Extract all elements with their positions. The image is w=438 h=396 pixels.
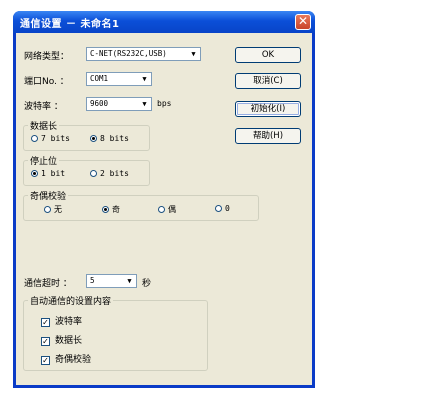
network-type-value: C-NET(RS232C,USB): [90, 49, 167, 58]
auto-parity-checkbox[interactable]: ✓ 奇偶校验: [41, 352, 91, 365]
timeout-unit: 秒: [142, 279, 152, 289]
checkmark-icon: ✓: [41, 318, 50, 327]
radio-icon: [158, 206, 165, 213]
checkbox-label: 数据长: [55, 336, 83, 346]
radio-icon: [44, 206, 51, 213]
radio-label: 8 bits: [100, 134, 129, 143]
stop-bit-legend: 停止位: [30, 157, 58, 167]
network-type-select[interactable]: C-NET(RS232C,USB) ▼: [86, 47, 201, 61]
title-bar[interactable]: 通信设置 － 未命名1 ✕: [13, 11, 315, 33]
baud-unit: bps: [157, 99, 172, 108]
radio-icon: [90, 170, 97, 177]
port-select[interactable]: COM1 ▼: [86, 72, 152, 86]
data-length-legend: 数据长: [30, 122, 58, 132]
dialog-body: 网络类型： C-NET(RS232C,USB) ▼ 端口No. ： COM1 ▼…: [16, 33, 312, 385]
window-title: 通信设置 － 未命名1: [20, 19, 120, 30]
auto-baud-checkbox[interactable]: ✓ 波特率: [41, 314, 82, 327]
cancel-button[interactable]: 取消(C): [235, 73, 301, 89]
timeout-label: 通信超时 ：: [24, 279, 72, 289]
close-button[interactable]: ✕: [295, 14, 311, 30]
chevron-down-icon[interactable]: ▼: [188, 49, 199, 59]
radio-label: 1 bit: [41, 169, 66, 178]
chevron-down-icon[interactable]: ▼: [139, 99, 150, 109]
radio-label: 0: [225, 204, 230, 213]
radio-label: 2 bits: [100, 169, 129, 178]
parity-legend: 奇偶校验: [30, 192, 67, 202]
parity-even-radio[interactable]: 偶: [158, 204, 176, 215]
port-value: COM1: [90, 74, 109, 83]
chevron-down-icon[interactable]: ▼: [139, 74, 150, 84]
network-type-label: 网络类型：: [24, 52, 70, 62]
stop-bit-1-radio[interactable]: 1 bit: [31, 169, 65, 178]
init-button[interactable]: 初始化(I): [235, 101, 301, 117]
radio-selected-icon: [102, 206, 109, 213]
checkmark-icon: ✓: [41, 356, 50, 365]
checkbox-label: 波特率: [55, 317, 83, 327]
timeout-select[interactable]: 5 ▼: [86, 274, 137, 288]
port-label: 端口No. ：: [24, 77, 69, 87]
help-button[interactable]: 帮助(H): [235, 128, 301, 144]
auto-data-length-checkbox[interactable]: ✓ 数据长: [41, 333, 82, 346]
dialog-window: 通信设置 － 未命名1 ✕ 网络类型： C-NET(RS232C,USB) ▼ …: [13, 11, 315, 388]
radio-selected-icon: [90, 135, 97, 142]
baud-value: 9600: [90, 99, 109, 108]
radio-selected-icon: [31, 170, 38, 177]
radio-icon: [215, 205, 222, 212]
close-icon: ✕: [297, 14, 309, 28]
checkbox-label: 奇偶校验: [55, 355, 92, 365]
timeout-value: 5: [90, 276, 95, 285]
data-length-7bits-radio[interactable]: 7 bits: [31, 134, 70, 143]
baud-label: 波特率 ：: [24, 102, 63, 112]
parity-odd-radio[interactable]: 奇: [102, 204, 120, 215]
data-length-8bits-radio[interactable]: 8 bits: [90, 134, 129, 143]
stop-bit-2-radio[interactable]: 2 bits: [90, 169, 129, 178]
ok-button[interactable]: OK: [235, 47, 301, 63]
radio-label: 7 bits: [41, 134, 70, 143]
radio-icon: [31, 135, 38, 142]
auto-settings-legend: 自动通信的设置内容: [30, 297, 112, 307]
radio-label: 偶: [168, 205, 176, 214]
radio-label: 奇: [112, 205, 120, 214]
parity-zero-radio[interactable]: 0: [215, 204, 230, 213]
baud-select[interactable]: 9600 ▼: [86, 97, 152, 111]
radio-label: 无: [54, 205, 62, 214]
checkmark-icon: ✓: [41, 337, 50, 346]
parity-none-radio[interactable]: 无: [44, 204, 62, 215]
chevron-down-icon[interactable]: ▼: [124, 276, 135, 286]
